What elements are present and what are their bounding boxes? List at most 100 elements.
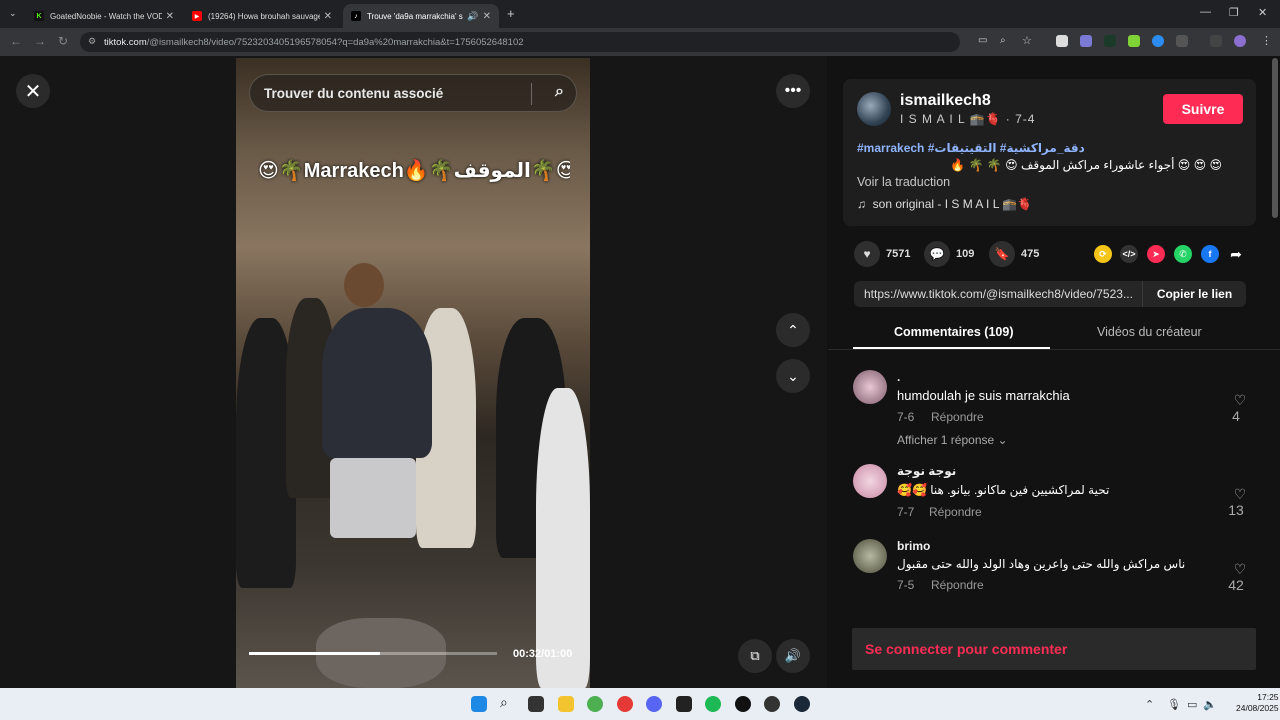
- kick-icon: K: [34, 11, 44, 21]
- show-replies-button[interactable]: Afficher 1 réponse ⌄: [897, 433, 1008, 447]
- bookmark-star-icon[interactable]: ☆: [1022, 34, 1032, 47]
- zoom-icon[interactable]: ⌕: [1000, 35, 1006, 46]
- performer-jacket: [322, 308, 432, 458]
- search-icon[interactable]: ⌕: [500, 694, 516, 710]
- volume-button[interactable]: 🔊: [776, 639, 810, 673]
- comment-button[interactable]: 💬 109: [924, 241, 974, 267]
- comment-like-icon[interactable]: ♡: [1232, 392, 1248, 409]
- extension-icon[interactable]: [1080, 35, 1092, 47]
- music-row[interactable]: ♫ son original - I S M A I L 🕋🫀: [857, 197, 1032, 211]
- spotify-icon[interactable]: [705, 696, 721, 712]
- app-icon[interactable]: [764, 696, 780, 712]
- share-link[interactable]: https://www.tiktok.com/@ismailkech8/vide…: [854, 287, 1144, 301]
- audio-playing-icon[interactable]: 🔊: [467, 11, 478, 22]
- comment-author[interactable]: .: [897, 370, 900, 384]
- app-icon[interactable]: [617, 696, 633, 712]
- url-host: tiktok.com: [104, 36, 147, 48]
- volume-icon[interactable]: 🔈: [1203, 698, 1217, 711]
- avatar[interactable]: [853, 539, 887, 573]
- reload-icon[interactable]: ↻: [58, 34, 68, 48]
- browser-tab-3[interactable]: ♪ Trouve 'da9a marrakchia' su 🔊 ✕: [343, 4, 499, 28]
- video-description: #marrakech #دقة_مراكشية# التقيتيقات 😍 😍 …: [857, 140, 1222, 174]
- comment-like-icon[interactable]: ♡: [1232, 486, 1248, 503]
- steam-icon[interactable]: [794, 696, 810, 712]
- extension-icon[interactable]: [1056, 35, 1068, 47]
- save-button[interactable]: 🔖 475: [989, 241, 1039, 267]
- comment-author[interactable]: brimo: [897, 539, 930, 553]
- extension-icon[interactable]: [1128, 35, 1140, 47]
- start-icon[interactable]: [471, 696, 487, 712]
- task-view-icon[interactable]: [528, 696, 544, 712]
- close-video-button[interactable]: ✕: [16, 74, 50, 108]
- follow-button[interactable]: Suivre: [1163, 94, 1243, 124]
- tray-expand-icon[interactable]: ⌃: [1145, 698, 1154, 711]
- cast-icon[interactable]: ▭: [978, 35, 987, 46]
- avatar[interactable]: [853, 370, 887, 404]
- scrollbar[interactable]: [1272, 58, 1278, 218]
- microphone-icon[interactable]: 🎙: [1167, 698, 1181, 711]
- reply-button[interactable]: Répondre: [931, 410, 984, 424]
- obs-icon[interactable]: [735, 696, 751, 712]
- comment-icon: 💬: [924, 241, 950, 267]
- browser-tab-1[interactable]: K GoatedNoobie - Watch the VOD ✕: [26, 4, 182, 28]
- comment-author[interactable]: نوجة نوجة: [897, 464, 956, 478]
- music-title: son original - I S M A I L 🕋🫀: [872, 197, 1033, 211]
- extensions-puzzle-icon[interactable]: [1176, 35, 1188, 47]
- profile-avatar[interactable]: [1234, 35, 1246, 47]
- search-placeholder: Trouver du contenu associé: [264, 85, 444, 101]
- close-tab-icon[interactable]: ✕: [483, 11, 491, 22]
- extension-icon[interactable]: [1152, 35, 1164, 47]
- restore-button[interactable]: ❐: [1229, 6, 1239, 19]
- creator-username[interactable]: ismailkech8: [900, 92, 991, 110]
- facebook-icon[interactable]: f: [1201, 245, 1219, 263]
- tab-list-icon[interactable]: ⌄: [9, 8, 17, 19]
- browser-tab-2[interactable]: ▶ (19264) Howa brouhah sauvage ✕: [184, 4, 340, 28]
- forward-icon[interactable]: →: [34, 34, 46, 48]
- close-window-button[interactable]: ✕: [1258, 6, 1267, 19]
- address-bar[interactable]: ⚙ tiktok.com/@ismailkech8/video/75232034…: [80, 32, 1032, 52]
- site-info-icon[interactable]: ⚙: [88, 36, 96, 47]
- chevron-down-icon: ⌄: [997, 433, 1008, 447]
- repost-icon[interactable]: ⟳: [1094, 245, 1112, 263]
- send-icon[interactable]: ➤: [1147, 245, 1165, 263]
- floating-player-button[interactable]: ⧉: [738, 639, 772, 673]
- tab-comments[interactable]: Commentaires (109): [894, 325, 1014, 339]
- translate-link[interactable]: Voir la traduction: [857, 175, 950, 189]
- previous-video-button[interactable]: ⌃: [776, 313, 810, 347]
- next-video-button[interactable]: ⌄: [776, 359, 810, 393]
- reply-button[interactable]: Répondre: [931, 578, 984, 592]
- close-tab-icon[interactable]: ✕: [166, 11, 174, 22]
- reply-button[interactable]: Répondre: [929, 505, 982, 519]
- login-to-comment-button[interactable]: Se connecter pour commenter: [852, 628, 1256, 670]
- app-icon[interactable]: [676, 696, 692, 712]
- search-icon[interactable]: ⌕: [555, 83, 564, 101]
- whatsapp-icon[interactable]: ✆: [1174, 245, 1192, 263]
- video-progress-bar[interactable]: [249, 652, 497, 655]
- comment-like-icon[interactable]: ♡: [1232, 561, 1248, 578]
- extension-icon[interactable]: [1104, 35, 1116, 47]
- file-explorer-icon[interactable]: [558, 696, 574, 712]
- copy-link-button[interactable]: Copier le lien: [1142, 281, 1246, 307]
- hashtags[interactable]: #marrakech #دقة_مراكشية# التقيتيقات: [857, 141, 1085, 155]
- more-options-button[interactable]: •••: [776, 74, 810, 108]
- back-icon[interactable]: ←: [10, 34, 22, 48]
- tab-creator-videos[interactable]: Vidéos du créateur: [1097, 325, 1202, 339]
- close-tab-icon[interactable]: ✕: [324, 11, 332, 22]
- related-search-input[interactable]: Trouver du contenu associé ⌕: [249, 74, 577, 112]
- url-path: /@ismailkech8/video/7523203405196578054?…: [146, 36, 524, 48]
- avatar[interactable]: [857, 92, 891, 126]
- chrome-icon[interactable]: [587, 696, 603, 712]
- share-arrow-icon[interactable]: ➦: [1227, 245, 1245, 263]
- video-player[interactable]: [236, 58, 590, 688]
- new-tab-button[interactable]: +: [507, 6, 515, 21]
- reading-list-icon[interactable]: [1210, 35, 1222, 47]
- avatar[interactable]: [853, 464, 887, 498]
- network-icon[interactable]: ▭: [1187, 698, 1197, 711]
- minimize-button[interactable]: —: [1200, 6, 1211, 18]
- discord-icon[interactable]: [646, 696, 662, 712]
- taskbar-clock[interactable]: 17:25 24/08/2025: [1236, 692, 1279, 714]
- embed-icon[interactable]: </>: [1120, 245, 1138, 263]
- browser-menu-icon[interactable]: ⋮: [1261, 34, 1272, 47]
- share-link-box: https://www.tiktok.com/@ismailkech8/vide…: [854, 281, 1246, 307]
- like-button[interactable]: ♥ 7571: [854, 241, 910, 267]
